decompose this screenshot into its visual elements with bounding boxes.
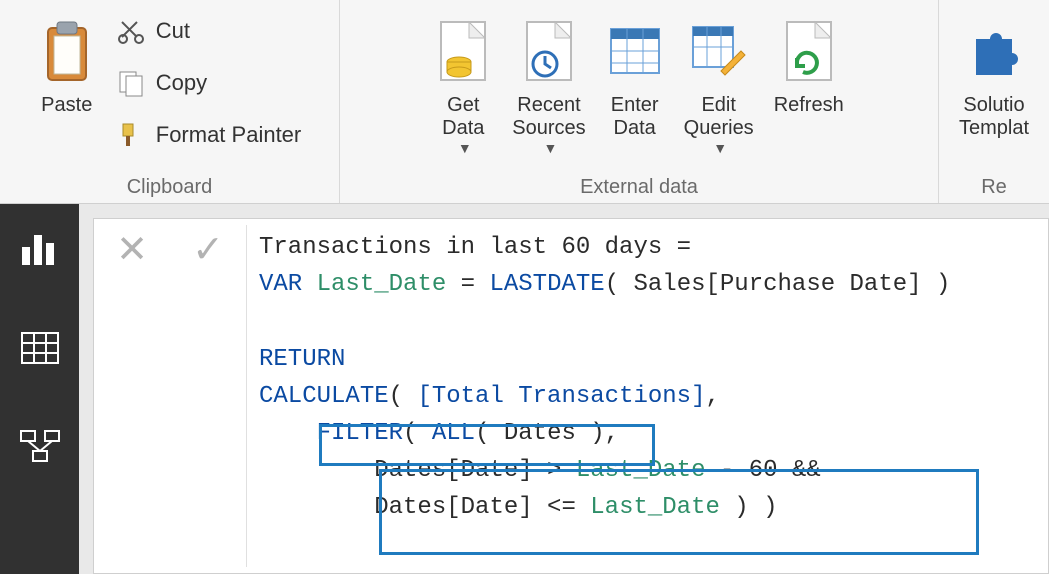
chevron-down-icon: ▼ [713, 140, 727, 156]
pad [259, 494, 374, 521]
model-view-button[interactable] [16, 422, 64, 470]
ribbon-group-resources-partial: Solutio Templat Re [939, 0, 1049, 203]
database-page-icon [434, 14, 492, 88]
formula-cancel-button[interactable]: ✕ [94, 219, 170, 279]
format-painter-label: Format Painter [156, 122, 302, 148]
paintbrush-icon [116, 120, 146, 150]
recent-sources-label: Recent Sources [512, 94, 585, 140]
solution-templates-button[interactable]: Solutio Templat [949, 8, 1039, 142]
dax-var-name: Last_Date [302, 271, 460, 298]
dax-cond1b: - 60 && [705, 457, 820, 484]
dax-comma: , [705, 383, 719, 410]
dax-var-ref2: Last_Date [590, 494, 720, 521]
dax-cond1a: Dates[Date] > [374, 457, 576, 484]
refresh-label: Refresh [774, 94, 844, 117]
copy-icon [116, 68, 146, 98]
dax-fn-filter: FILTER [317, 420, 403, 447]
paste-button[interactable]: Paste [28, 8, 106, 119]
copy-label: Copy [156, 70, 207, 96]
dax-open2: ( [403, 420, 432, 447]
dax-all-args: ( Dates ), [475, 420, 619, 447]
clipboard-icon [38, 14, 96, 88]
formula-bar: ✕ ✓ Transactions in last 60 days = VAR L… [93, 218, 1049, 574]
dax-kw-var: VAR [259, 271, 302, 298]
dax-var-ref: Last_Date [576, 457, 706, 484]
cut-button[interactable]: Cut [110, 14, 308, 48]
edit-queries-button[interactable]: Edit Queries▼ [674, 8, 764, 158]
ribbon-group-external-data: Get Data▼ Recent Sources▼ Enter Data Edi… [340, 0, 939, 203]
dax-eq: = [461, 271, 490, 298]
dax-fn-all: ALL [432, 420, 475, 447]
get-data-label: Get Data [442, 94, 484, 140]
paste-label: Paste [41, 94, 92, 117]
dax-measure-ref: [Total Transactions] [417, 383, 705, 410]
cut-label: Cut [156, 18, 190, 44]
pad [259, 420, 317, 447]
formula-commit-button[interactable]: ✓ [170, 219, 246, 279]
dax-kw-return: RETURN [259, 346, 345, 373]
clipboard-group-label: Clipboard [127, 172, 213, 201]
view-nav-rail [0, 204, 79, 574]
chevron-down-icon: ▼ [458, 140, 472, 156]
data-view-button[interactable] [16, 324, 64, 372]
refresh-page-icon [780, 14, 838, 88]
get-data-button[interactable]: Get Data▼ [424, 8, 502, 158]
table-icon [606, 14, 664, 88]
recent-page-icon [520, 14, 578, 88]
ribbon-group-clipboard: Paste Cut Copy [0, 0, 340, 203]
solution-templates-label: Solutio Templat [959, 94, 1029, 140]
enter-data-button[interactable]: Enter Data [596, 8, 674, 142]
resources-group-label-partial: Re [981, 172, 1007, 201]
report-view-button[interactable] [16, 226, 64, 274]
workspace: Traı ✕ ✓ Transactions in last 60 days = … [0, 204, 1049, 574]
canvas-area: Traı ✕ ✓ Transactions in last 60 days = … [79, 204, 1049, 574]
dax-fn-lastdate: LASTDATE [489, 271, 604, 298]
dax-measure-name: Transactions in last 60 days = [259, 234, 705, 261]
edit-table-icon [690, 14, 748, 88]
dax-lastdate-args: ( Sales[Purchase Date] ) [605, 271, 951, 298]
copy-button[interactable]: Copy [110, 66, 308, 100]
chevron-down-icon: ▼ [544, 140, 558, 156]
formula-editor[interactable]: Transactions in last 60 days = VAR Last_… [247, 219, 1048, 537]
format-painter-button[interactable]: Format Painter [110, 118, 308, 152]
dax-cond2a: Dates[Date] <= [374, 494, 590, 521]
edit-queries-label: Edit Queries [684, 94, 754, 140]
enter-data-label: Enter Data [611, 94, 659, 140]
puzzle-icon [965, 14, 1023, 88]
scissors-icon [116, 16, 146, 46]
dax-fn-calculate: CALCULATE [259, 383, 389, 410]
dax-cond2b: ) ) [720, 494, 778, 521]
pad [259, 457, 374, 484]
external-data-group-label: External data [580, 172, 698, 201]
ribbon: Paste Cut Copy [0, 0, 1049, 204]
refresh-button[interactable]: Refresh [764, 8, 854, 119]
dax-open: ( [389, 383, 418, 410]
recent-sources-button[interactable]: Recent Sources▼ [502, 8, 595, 158]
